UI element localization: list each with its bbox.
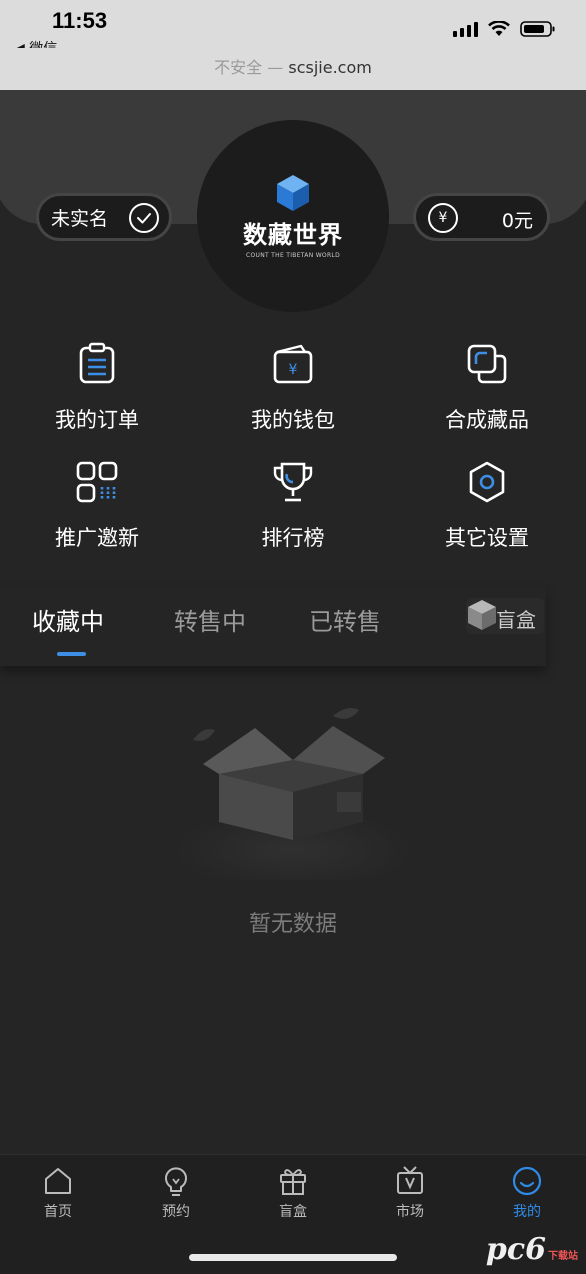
watermark-logo: pc6 下载站 <box>485 1232 578 1267</box>
cellular-signal-icon <box>453 21 478 37</box>
logo-subtitle: COUNT THE TIBETAN WORLD <box>246 252 340 259</box>
tab-blind-box[interactable]: 盲盒 <box>466 598 544 634</box>
menu-my-wallet[interactable]: ¥ 我的钱包 <box>203 342 383 434</box>
menu-label: 排行榜 <box>261 526 325 550</box>
synthesize-icon <box>467 344 507 384</box>
logo-title: 数藏世界 <box>243 220 343 249</box>
status-icons <box>453 20 556 38</box>
verify-label: 未实名 <box>51 207 109 230</box>
settings-icon <box>469 461 505 503</box>
active-tab-indicator <box>57 652 86 656</box>
check-icon <box>129 203 159 233</box>
box-icon <box>468 600 496 630</box>
home-icon <box>45 1168 71 1194</box>
balance-pill[interactable]: ¥ 0元 <box>413 193 550 241</box>
menu-leaderboard[interactable]: 排行榜 <box>203 460 383 552</box>
tab-resold[interactable]: 已转售 <box>309 602 381 637</box>
market-icon <box>397 1166 423 1194</box>
menu-label: 推广邀新 <box>55 526 139 550</box>
menu-my-orders[interactable]: 我的订单 <box>7 342 187 434</box>
lightbulb-icon <box>165 1167 187 1196</box>
wallet-icon: ¥ <box>273 344 313 384</box>
url-bar[interactable]: 不安全 — scsjie.com <box>0 48 586 90</box>
svg-text:¥: ¥ <box>289 362 298 378</box>
menu-synthesize[interactable]: 合成藏品 <box>397 342 577 434</box>
trophy-icon <box>273 462 313 502</box>
status-time: 11:53 <box>52 8 108 33</box>
empty-box-illustration <box>173 708 413 880</box>
menu-label: 我的订单 <box>55 408 139 432</box>
gift-icon <box>280 1169 306 1195</box>
menu-settings[interactable]: 其它设置 <box>397 460 577 552</box>
nav-label: 首页 <box>44 1204 72 1220</box>
menu-label: 我的钱包 <box>251 408 335 432</box>
tab-reselling[interactable]: 转售中 <box>174 602 246 637</box>
status-bar: 11:53 ◀ 微信 <box>0 0 586 57</box>
app-logo: 数藏世界 COUNT THE TIBETAN WORLD <box>197 120 389 312</box>
nav-blind-box[interactable]: 盲盒 <box>253 1165 333 1221</box>
cube-logo-icon <box>277 175 309 211</box>
collection-tabs: 收藏中 转售中 已转售 <box>0 588 546 666</box>
nav-label: 盲盒 <box>279 1204 307 1220</box>
nav-market[interactable]: 市场 <box>370 1165 450 1221</box>
yuan-icon: ¥ <box>428 203 458 233</box>
menu-invite[interactable]: 推广邀新 <box>7 460 187 552</box>
order-icon <box>79 342 115 384</box>
invite-icon <box>76 461 118 503</box>
blind-box-label: 盲盒 <box>496 608 536 632</box>
menu-label: 其它设置 <box>445 526 529 550</box>
verify-status-pill[interactable]: 未实名 <box>36 193 172 241</box>
nav-label: 市场 <box>396 1204 424 1220</box>
empty-state-text: 暂无数据 <box>248 912 337 937</box>
balance-value: 0元 <box>501 210 533 232</box>
profile-icon <box>512 1166 542 1196</box>
tab-collecting[interactable]: 收藏中 <box>32 602 104 637</box>
wifi-icon <box>488 21 510 36</box>
home-indicator[interactable] <box>189 1254 397 1261</box>
insecure-label: 不安全 — <box>214 58 284 77</box>
nav-label: 我的 <box>513 1204 541 1220</box>
nav-label: 预约 <box>162 1204 190 1220</box>
nav-reservation[interactable]: 预约 <box>136 1165 216 1221</box>
nav-profile[interactable]: 我的 <box>487 1165 567 1221</box>
menu-label: 合成藏品 <box>445 408 529 432</box>
url-domain: scsjie.com <box>288 58 372 77</box>
battery-icon <box>520 21 555 37</box>
nav-home[interactable]: 首页 <box>18 1165 98 1221</box>
